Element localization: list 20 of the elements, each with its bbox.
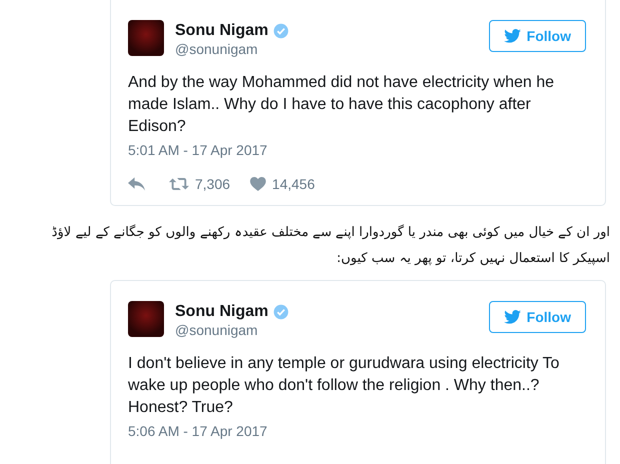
retweet-icon[interactable] xyxy=(169,177,189,191)
bird-icon xyxy=(504,310,521,324)
follow-button[interactable]: Follow xyxy=(488,301,586,333)
bird-icon xyxy=(504,29,521,43)
author-name[interactable]: Sonu Nigam xyxy=(175,22,268,40)
tweet-timestamp[interactable]: 5:01 AM - 17 Apr 2017 xyxy=(128,142,268,158)
reply-icon[interactable] xyxy=(128,177,145,191)
tweet-text: And by the way Mohammed did not have electricity when he made Islam.. Why do I have to have this cacophony after Edison? xyxy=(128,73,556,137)
article-paragraph: اور ان کے خیال میں کوئی بھی مندر یا گوردوارا اپنے سے مختلف عقیدہ رکھنے والوں کو جگانے کے لیے لاؤڈ اسپیکر کا استعمال نہیں کرتا، تو پھر یہ سب کیوں: xyxy=(50,224,610,268)
author-handle[interactable]: @sonunigam xyxy=(175,41,290,57)
avatar-photo-placeholder xyxy=(128,20,164,56)
avatar-photo-placeholder xyxy=(128,301,164,337)
like-count: 14,456 xyxy=(272,176,315,192)
retweet-count: 7,306 xyxy=(195,176,230,192)
follow-button[interactable]: Follow xyxy=(488,20,586,52)
tweet-text: I don't believe in any temple or gurudwara using electricity To wake up people who don't follow the religion . Why then..? Honest? True? xyxy=(128,354,560,418)
heart-icon[interactable] xyxy=(250,177,266,191)
tweet-timestamp[interactable]: 5:06 AM - 17 Apr 2017 xyxy=(128,423,268,439)
author-handle[interactable]: @sonunigam xyxy=(175,322,290,338)
author-name[interactable]: Sonu Nigam xyxy=(175,303,268,321)
